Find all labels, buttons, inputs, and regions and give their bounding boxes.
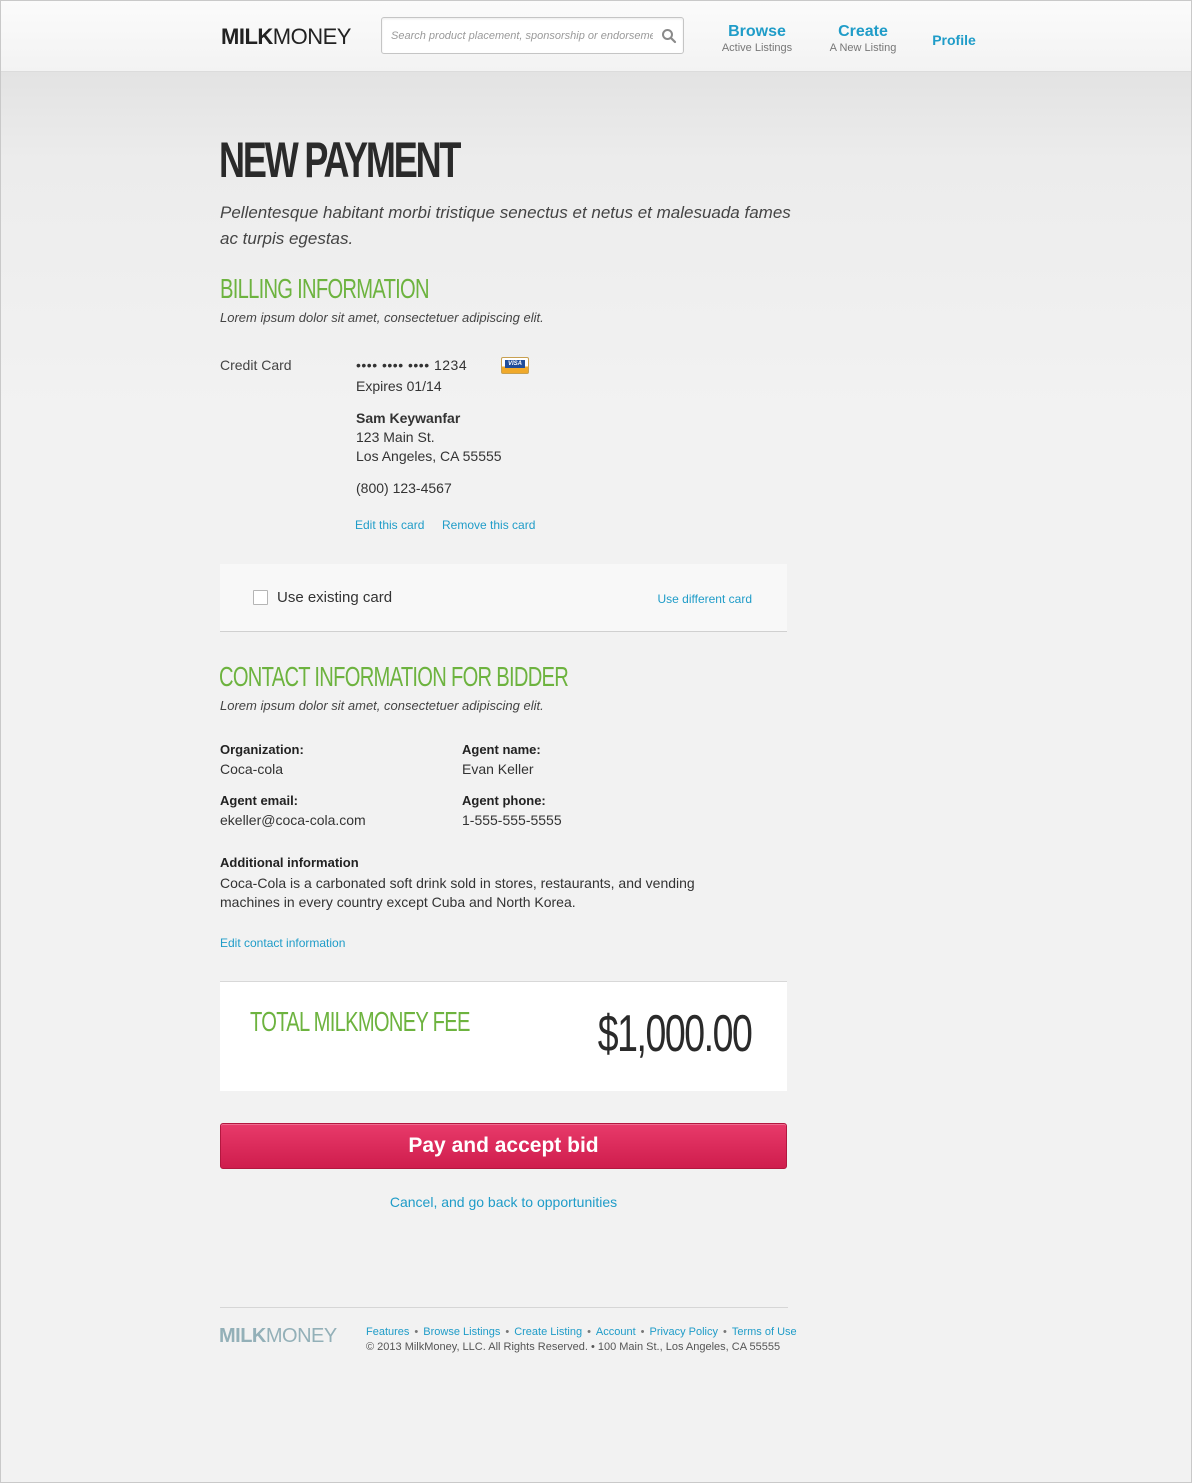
card-choice-panel: Use existing card Use different card (220, 564, 787, 632)
contact-subtitle: Lorem ipsum dolor sit amet, consectetuer… (220, 698, 544, 713)
credit-card-label: Credit Card (220, 357, 292, 373)
agent-phone-value: 1-555-555-5555 (462, 812, 562, 828)
cardholder-name: Sam Keywanfar (356, 410, 461, 426)
agent-phone-label: Agent phone: (462, 793, 546, 808)
footer-separator: • (640, 1326, 645, 1338)
card-expiry: Expires 01/14 (356, 378, 442, 394)
footer-separator: • (414, 1326, 419, 1338)
fee-label: TOTAL MILKMONEY FEE (250, 1006, 470, 1037)
pay-and-accept-bid-button[interactable]: Pay and accept bid (220, 1123, 787, 1169)
footer-links: Features • Browse Listings • Create Listing •… (366, 1325, 797, 1339)
edit-contact-link[interactable]: Edit contact information (220, 936, 345, 950)
fee-amount: $1,000.00 (597, 1005, 752, 1063)
logo-bold-text: MILK (221, 24, 273, 49)
visa-card-icon: VISA (501, 357, 529, 374)
search-input[interactable] (391, 27, 653, 45)
agent-email-link[interactable]: ekeller@coca-cola.com (220, 812, 366, 828)
nav-browse-sub: Active Listings (721, 42, 793, 54)
footer-separator: • (723, 1326, 727, 1338)
footer-link-features[interactable]: Features (366, 1326, 409, 1338)
footer-link-terms-of-use[interactable]: Terms of Use (732, 1326, 797, 1338)
billing-address-line2: Los Angeles, CA 55555 (356, 448, 502, 464)
footer-logo-light: MONEY (265, 1325, 337, 1347)
page-title: NEW PAYMENT (219, 132, 461, 188)
nav-create[interactable]: Create A New Listing (823, 23, 903, 55)
remove-card-link[interactable]: Remove this card (442, 518, 535, 532)
footer-logo[interactable]: MILKMONEY (219, 1325, 337, 1347)
card-number: •••• •••• •••• 1234 (356, 357, 468, 373)
edit-card-link[interactable]: Edit this card (355, 518, 424, 532)
use-different-card-link[interactable]: Use different card (658, 592, 753, 606)
footer-separator: • (587, 1326, 591, 1338)
nav-browse-label: Browse (728, 23, 786, 40)
footer-divider (220, 1307, 788, 1308)
organization-label: Organization: (220, 742, 304, 757)
organization-value: Coca-cola (220, 761, 284, 777)
footer-separator: • (505, 1326, 510, 1338)
search-icon[interactable] (661, 28, 677, 44)
footer-logo-bold: MILK (219, 1325, 266, 1347)
logo-light-text: MONEY (272, 24, 352, 49)
contact-title: CONTACT INFORMATION FOR BIDDER (219, 661, 569, 692)
additional-info-value: Coca-Cola is a carbonated soft drink sol… (220, 875, 695, 910)
billing-subtitle: Lorem ipsum dolor sit amet, consectetuer… (220, 310, 544, 325)
footer-link-create-listing[interactable]: Create Listing (514, 1326, 582, 1338)
nav-profile-label: Profile (932, 32, 976, 48)
nav-profile[interactable]: Profile (926, 31, 982, 49)
search-box (381, 17, 684, 54)
billing-phone: (800) 123-4567 (356, 480, 452, 496)
footer-link-account[interactable]: Account (596, 1326, 636, 1338)
fee-summary: TOTAL MILKMONEY FEE $1,000.00 (220, 981, 787, 1091)
header: MILKMONEY Browse Active Listings Create … (1, 1, 1191, 72)
use-existing-card-checkbox[interactable] (253, 590, 268, 605)
use-existing-card-label[interactable]: Use existing card (277, 589, 392, 606)
billing-address-line1: 123 Main St. (356, 429, 435, 445)
nav-create-label: Create (838, 23, 888, 40)
agent-name-value: Evan Keller (462, 761, 534, 777)
footer-link-browse-listings[interactable]: Browse Listings (423, 1326, 500, 1338)
footer-link-privacy-policy[interactable]: Privacy Policy (650, 1326, 718, 1338)
cancel-link[interactable]: Cancel, and go back to opportunities (220, 1194, 787, 1210)
nav-create-sub: A New Listing (829, 42, 897, 54)
nav-browse[interactable]: Browse Active Listings (717, 23, 797, 55)
billing-title: BILLING INFORMATION (220, 273, 430, 304)
milkmoney-logo[interactable]: MILKMONEY (221, 25, 351, 49)
visa-card-brand: VISA (505, 360, 525, 368)
agent-email-label: Agent email: (220, 793, 299, 808)
footer-copyright: © 2013 MilkMoney, LLC. All Rights Reserv… (366, 1341, 781, 1353)
page-intro: Pellentesque habitant morbi tristique se… (220, 203, 791, 248)
additional-info-label: Additional information (220, 855, 359, 870)
agent-name-label: Agent name: (462, 742, 541, 757)
